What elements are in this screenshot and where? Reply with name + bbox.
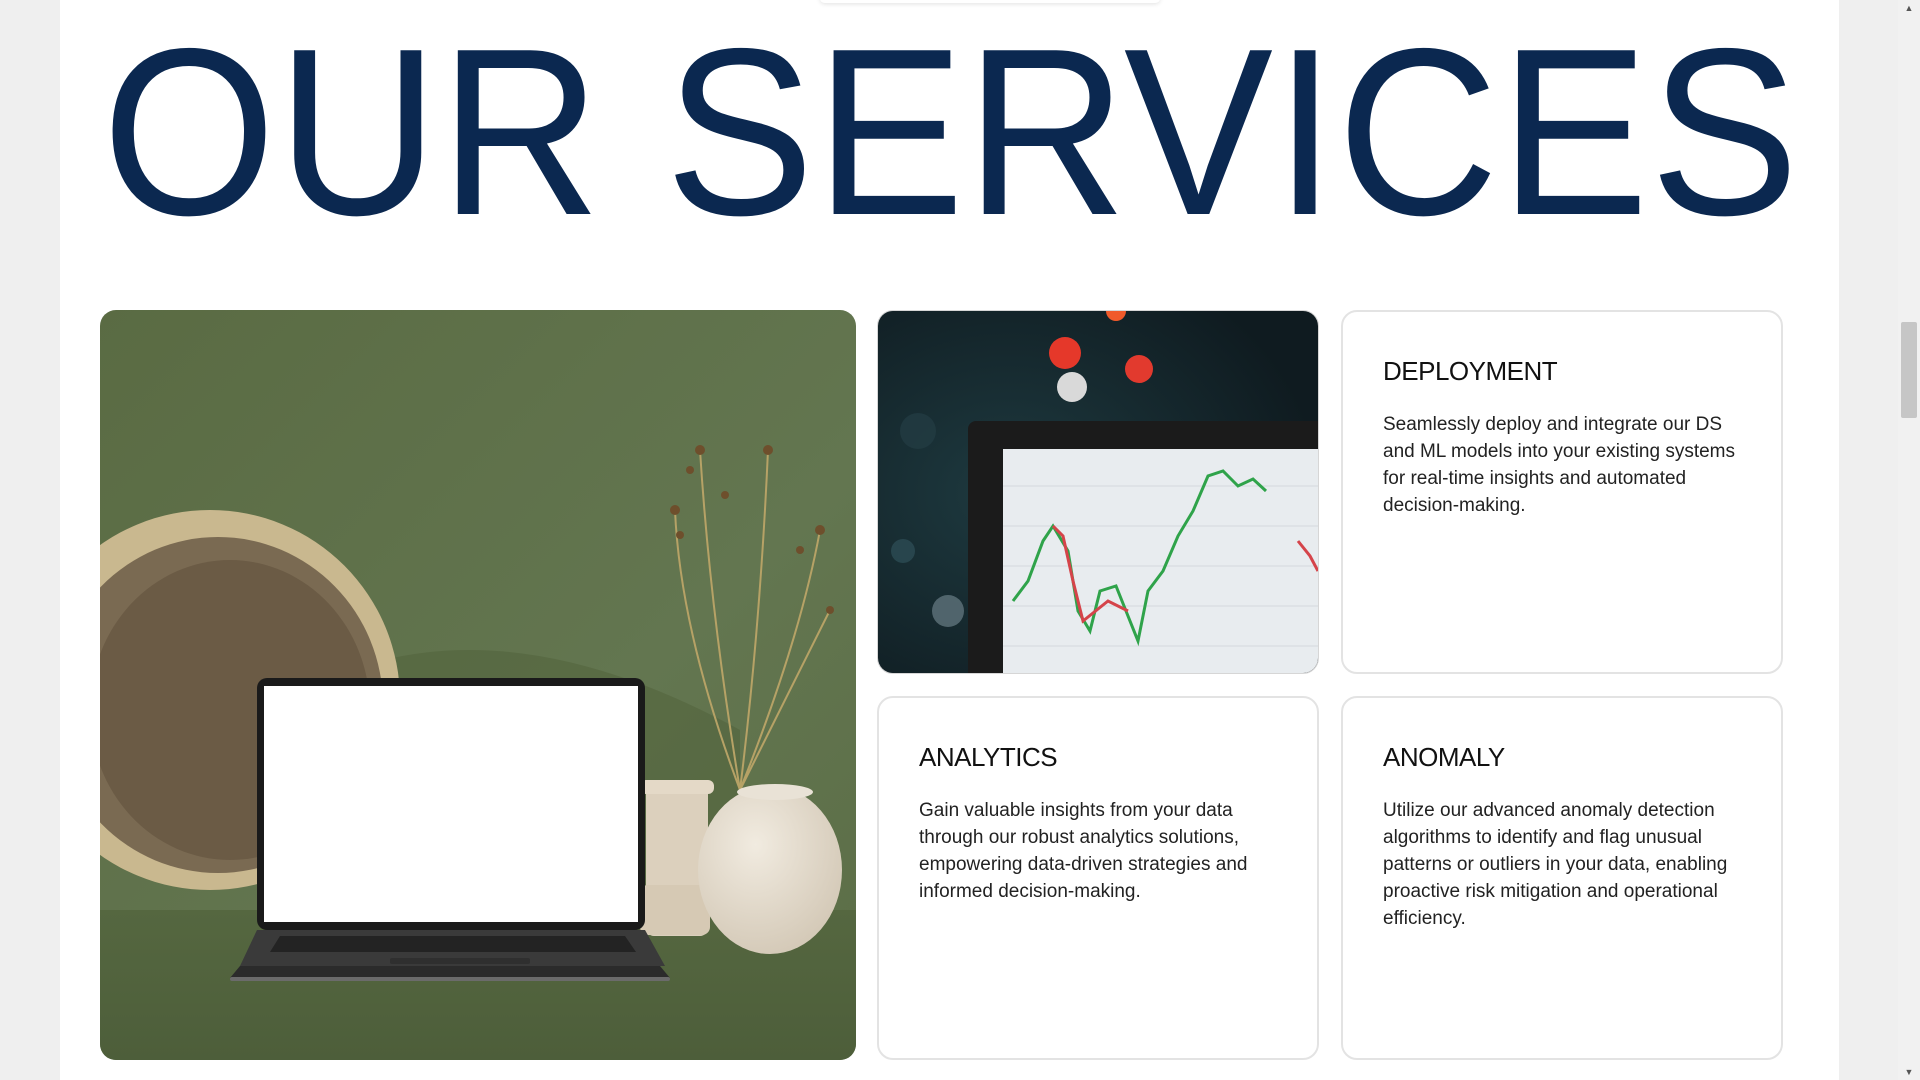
page-title: OUR SERVICES [102, 0, 1800, 265]
card-title: DEPLOYMENT [1383, 356, 1558, 386]
chevron-up-icon[interactable]: ▲ [1898, 0, 1920, 16]
vertical-scrollbar[interactable]: ▲ ▼ [1898, 0, 1920, 1080]
page-content: OUR SERVICES DEPLOYMENT Seamlessly deplo… [60, 0, 1839, 1080]
service-card-anomaly: ANOMALY Utilize our advanced anomaly det… [1341, 696, 1783, 1060]
scrollbar-thumb[interactable] [1901, 322, 1917, 418]
service-card-deployment: DEPLOYMENT Seamlessly deploy and integra… [1341, 310, 1783, 674]
hero-image-laptop [100, 310, 856, 1060]
card-title: ANALYTICS [919, 742, 1058, 772]
service-card-analytics: ANALYTICS Gain valuable insights from yo… [877, 696, 1319, 1060]
card-description: Seamlessly deploy and integrate our DS a… [1383, 414, 1736, 516]
card-title: ANOMALY [1383, 742, 1505, 772]
card-description: Gain valuable insights from your data th… [919, 800, 1248, 902]
chevron-down-icon[interactable]: ▼ [1898, 1064, 1920, 1080]
trading-chart-image [877, 310, 1319, 674]
card-description: Utilize our advanced anomaly detection a… [1383, 800, 1728, 929]
